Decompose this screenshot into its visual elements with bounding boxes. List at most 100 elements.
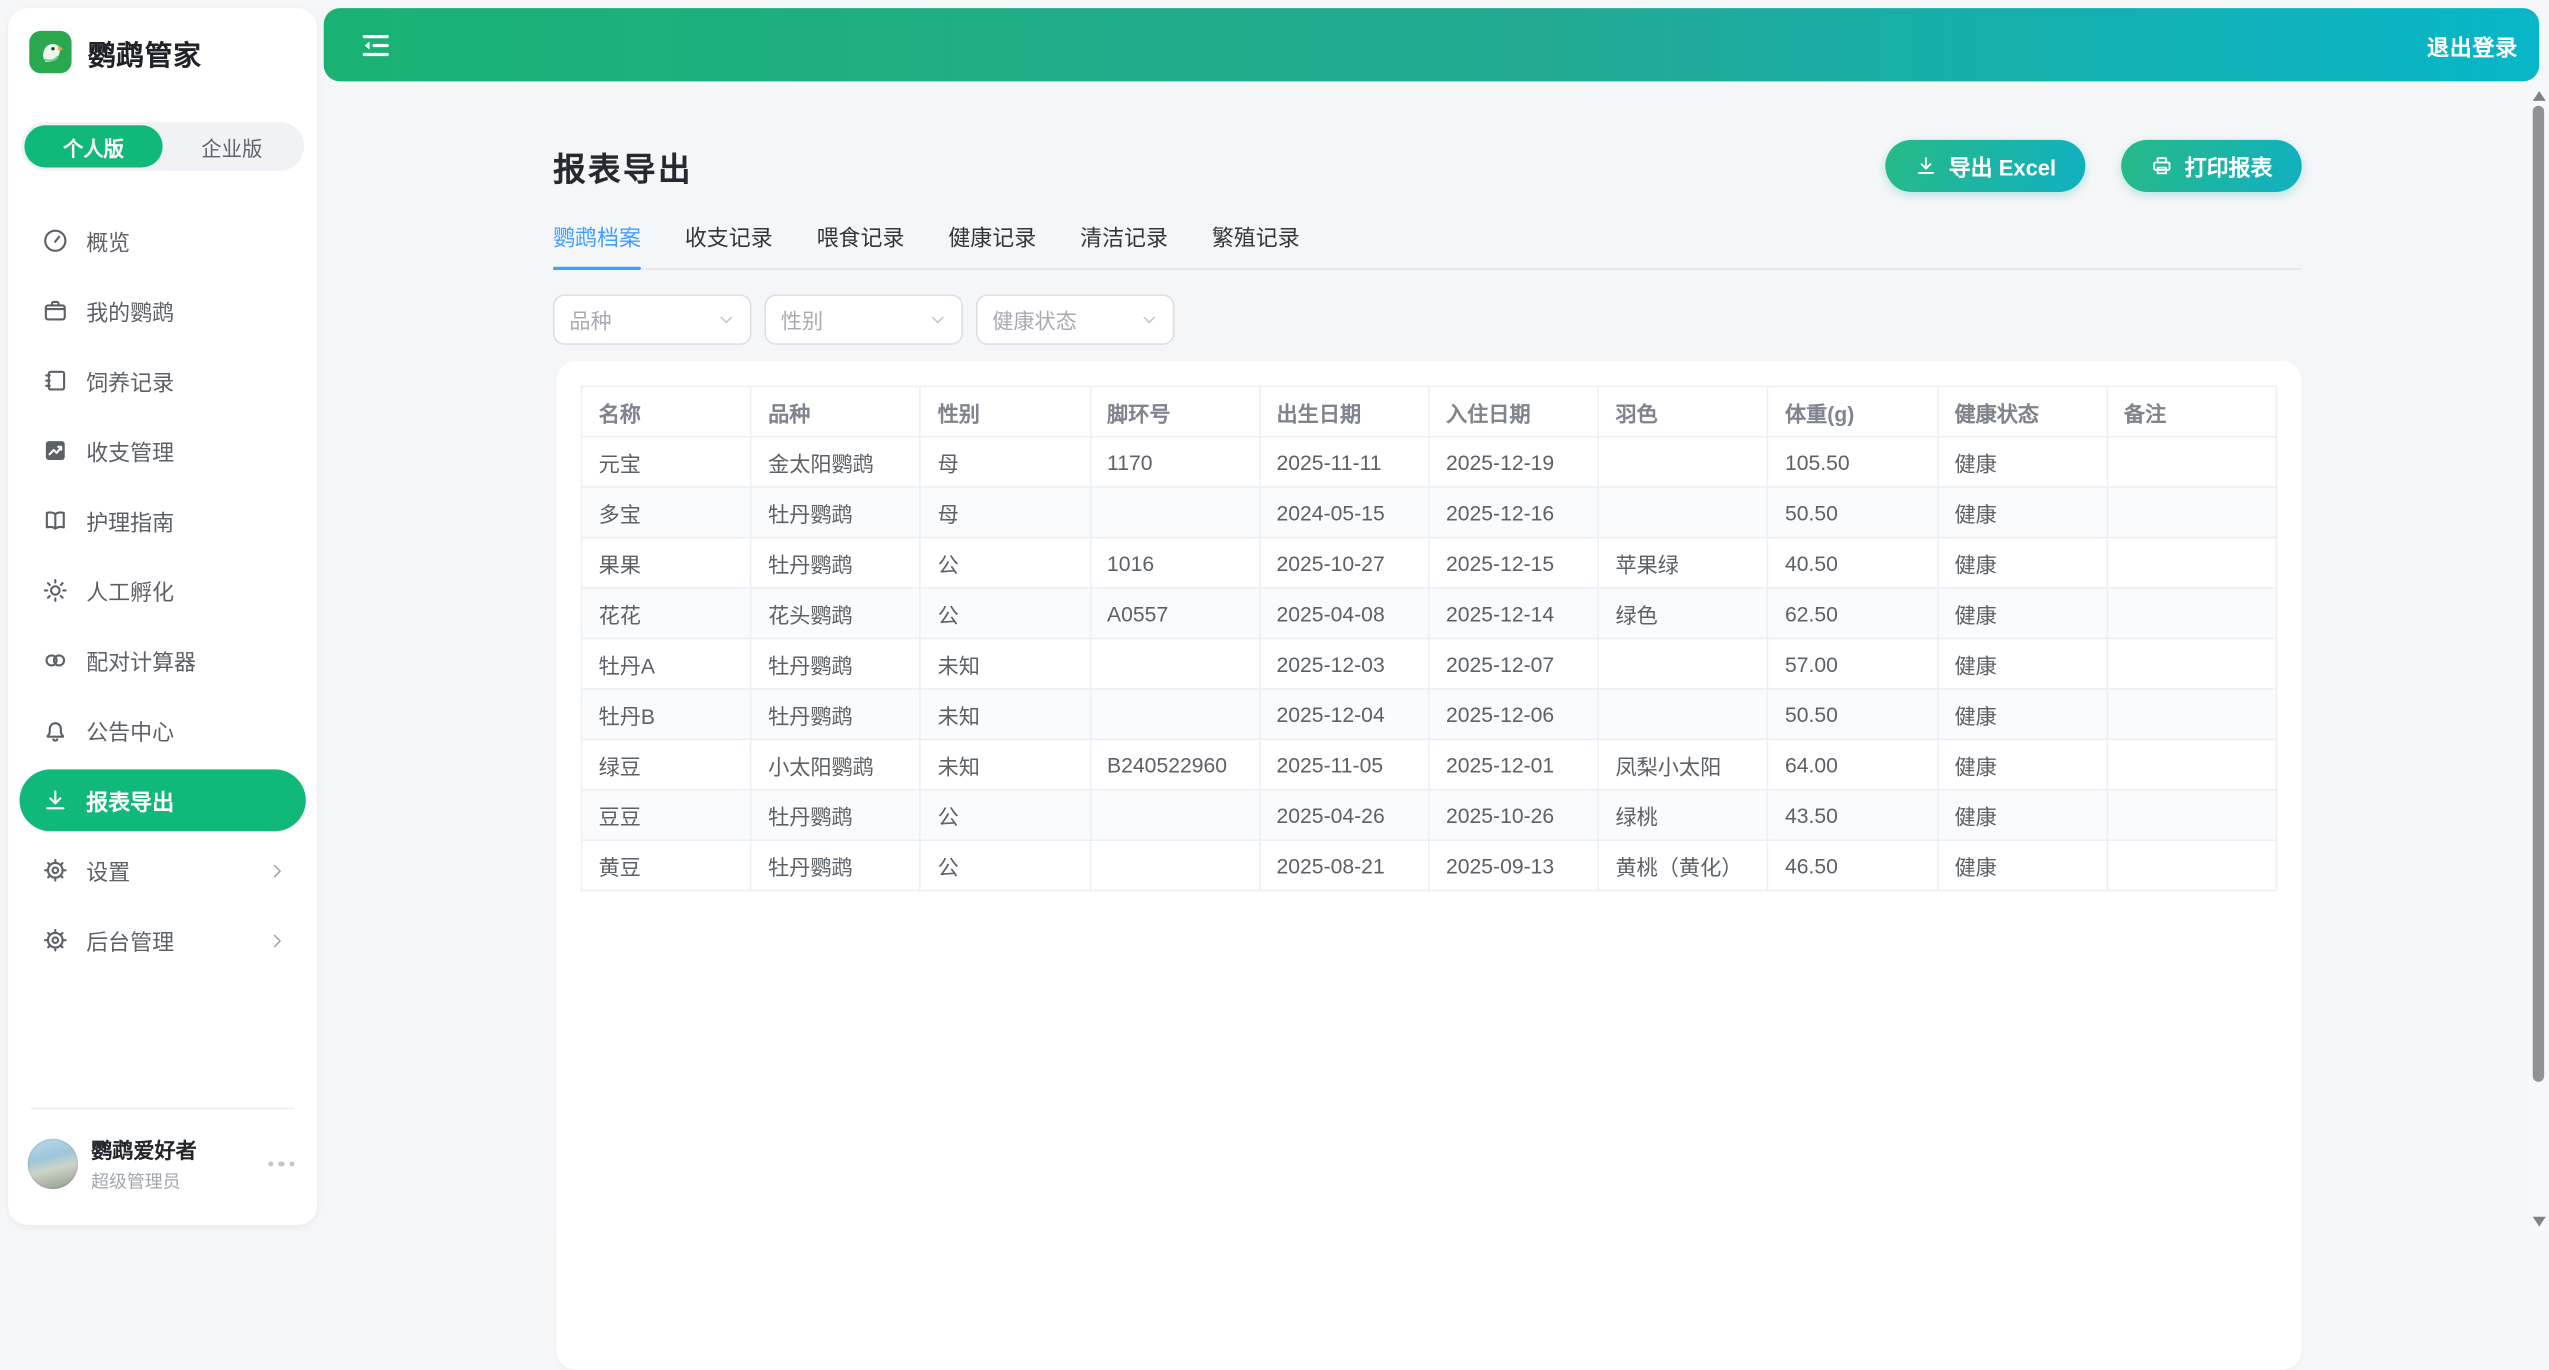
table-header-row: 名称品种性别脚环号出生日期入住日期羽色体重(g)健康状态备注 [582, 386, 2277, 436]
tab-finance-records[interactable]: 收支记录 [685, 220, 773, 269]
table-cell: 金太阳鹦鹉 [751, 437, 920, 487]
sidebar-item-settings[interactable]: 设置 [20, 839, 306, 901]
table-cell: 50.50 [1768, 689, 1937, 739]
sidebar-item-label: 概览 [86, 224, 130, 257]
table-cell: A0557 [1090, 588, 1259, 638]
table-row[interactable]: 牡丹A牡丹鹦鹉未知2025-12-032025-12-0757.00健康 [582, 638, 2277, 688]
table-row[interactable]: 元宝金太阳鹦鹉母11702025-11-112025-12-19105.50健康 [582, 437, 2277, 487]
tab-breeding-records[interactable]: 繁殖记录 [1212, 220, 1300, 269]
table-cell [1598, 437, 1767, 487]
health-status-filter-select[interactable]: 健康状态 [976, 294, 1174, 344]
tab-health-records[interactable]: 健康记录 [948, 220, 1036, 269]
table-cell: 未知 [920, 638, 1089, 688]
table-cell: 花头鹦鹉 [751, 588, 920, 638]
table-cell: 母 [920, 487, 1089, 537]
table-cell: 健康 [1937, 739, 2106, 789]
table-cell: 2025-11-11 [1259, 437, 1428, 487]
tab-cleaning-records[interactable]: 清洁记录 [1080, 220, 1168, 269]
table-row[interactable]: 果果牡丹鹦鹉公10162025-10-272025-12-15苹果绿40.50健… [582, 538, 2277, 588]
sidebar-item-label: 人工孵化 [86, 574, 174, 607]
table-cell: 健康 [1937, 638, 2106, 688]
column-header: 性别 [920, 386, 1089, 436]
table-cell: 2025-12-04 [1259, 689, 1428, 739]
table-cell: 43.50 [1768, 790, 1937, 840]
table-cell: 牡丹鹦鹉 [751, 487, 920, 537]
sidebar-item-my-parrots[interactable]: 我的鹦鹉 [20, 280, 306, 342]
table-cell: 2025-12-06 [1429, 689, 1598, 739]
table-cell [1090, 689, 1259, 739]
logout-button[interactable]: 退出登录 [2427, 28, 2518, 61]
table-row[interactable]: 多宝牡丹鹦鹉母2024-05-152025-12-1650.50健康 [582, 487, 2277, 537]
table-cell: 2025-12-19 [1429, 437, 1598, 487]
table-cell: 绿豆 [582, 739, 751, 789]
table-cell: 公 [920, 840, 1089, 890]
table-cell: 64.00 [1768, 739, 1937, 789]
user-name: 鹦鹉爱好者 [91, 1134, 197, 1165]
table-cell: 1016 [1090, 538, 1259, 588]
sidebar-item-care-guide[interactable]: 护理指南 [20, 490, 306, 552]
user-menu-button[interactable] [261, 1155, 301, 1174]
sidebar-item-admin[interactable]: 后台管理 [20, 909, 306, 971]
gender-filter-select[interactable]: 性别 [765, 294, 963, 344]
column-header: 品种 [751, 386, 920, 436]
table-cell: 2025-12-03 [1259, 638, 1428, 688]
sidebar-item-finance[interactable]: 收支管理 [20, 420, 306, 482]
sidebar-item-label: 配对计算器 [86, 644, 196, 677]
tab-parrot-archive[interactable]: 鹦鹉档案 [553, 220, 641, 269]
scrollbar-thumb[interactable] [2533, 106, 2544, 1082]
report-tabs: 鹦鹉档案收支记录喂食记录健康记录清洁记录繁殖记录 [553, 220, 2302, 270]
table-row[interactable]: 花花花头鹦鹉公A05572025-04-082025-12-14绿色62.50健… [582, 588, 2277, 638]
bell-icon [42, 717, 68, 743]
tab-feeding-records[interactable]: 喂食记录 [817, 220, 905, 269]
menu-fold-icon[interactable] [361, 32, 390, 58]
filters-row: 品种性别健康状态 [553, 294, 1174, 344]
table-cell: 1170 [1090, 437, 1259, 487]
sidebar: 鹦鹉管家 个人版企业版 概览我的鹦鹉饲养记录收支管理护理指南人工孵化配对计算器公… [8, 8, 317, 1225]
table-cell: 57.00 [1768, 638, 1937, 688]
table-cell: 62.50 [1768, 588, 1937, 638]
sidebar-item-incubation[interactable]: 人工孵化 [20, 560, 306, 622]
version-tab-enterprise[interactable]: 企业版 [163, 125, 301, 167]
table-row[interactable]: 黄豆牡丹鹦鹉公2025-08-212025-09-13黄桃（黄化）46.50健康 [582, 840, 2277, 890]
table-cell: 2025-12-14 [1429, 588, 1598, 638]
version-tab-personal[interactable]: 个人版 [24, 125, 162, 167]
export-excel-button[interactable]: 导出 Excel [1885, 140, 2085, 192]
sidebar-item-feeding-records[interactable]: 饲养记录 [20, 350, 306, 412]
scroll-down-arrow-icon[interactable] [2532, 1217, 2545, 1227]
table-cell: 牡丹B [582, 689, 751, 739]
table-cell: 105.50 [1768, 437, 1937, 487]
chevron-right-icon [268, 861, 286, 879]
column-header: 脚环号 [1090, 386, 1259, 436]
print-report-button[interactable]: 打印报表 [2121, 140, 2302, 192]
table-cell: 元宝 [582, 437, 751, 487]
sidebar-item-announcements[interactable]: 公告中心 [20, 699, 306, 761]
parrot-logo-icon [29, 31, 71, 73]
column-header: 健康状态 [1937, 386, 2106, 436]
scroll-up-arrow-icon[interactable] [2532, 91, 2545, 101]
window-scrollbar[interactable] [2528, 81, 2549, 1233]
table-cell: 2025-10-26 [1429, 790, 1598, 840]
breed-filter-select[interactable]: 品种 [553, 294, 751, 344]
table-row[interactable]: 牡丹B牡丹鹦鹉未知2025-12-042025-12-0650.50健康 [582, 689, 2277, 739]
table-cell: 健康 [1937, 487, 2106, 537]
gear-icon [42, 857, 68, 883]
table-cell: 牡丹鹦鹉 [751, 689, 920, 739]
table-cell: 2025-04-26 [1259, 790, 1428, 840]
table-row[interactable]: 豆豆牡丹鹦鹉公2025-04-262025-10-26绿桃43.50健康 [582, 790, 2277, 840]
sidebar-item-report-export[interactable]: 报表导出 [20, 769, 306, 831]
download-icon [1915, 155, 1938, 178]
table-row[interactable]: 绿豆小太阳鹦鹉未知B2405229602025-11-052025-12-01凤… [582, 739, 2277, 789]
table-cell: 2025-08-21 [1259, 840, 1428, 890]
sidebar-item-label: 报表导出 [86, 784, 174, 817]
brand: 鹦鹉管家 [29, 31, 201, 73]
table-cell [2107, 638, 2277, 688]
sidebar-item-pairing-calculator[interactable]: 配对计算器 [20, 630, 306, 692]
table-cell [2107, 487, 2277, 537]
chevron-down-icon [717, 311, 735, 329]
table-cell: 公 [920, 538, 1089, 588]
table-cell: 2024-05-15 [1259, 487, 1428, 537]
table-cell: 果果 [582, 538, 751, 588]
top-header: 退出登录 [324, 8, 2540, 81]
gear-icon [42, 927, 68, 953]
sidebar-item-overview[interactable]: 概览 [20, 210, 306, 272]
